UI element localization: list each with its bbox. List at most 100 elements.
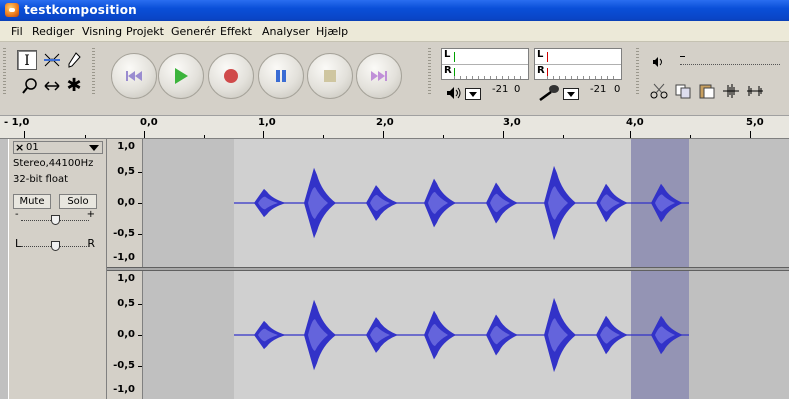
vruler-tick [138,203,142,204]
pause-button[interactable] [258,53,304,99]
audacity-window: testkomposition Fil Rediger Visning Proj… [0,0,789,399]
waveform-channel-left[interactable] [144,139,789,267]
toolbar-grip[interactable] [636,48,639,94]
title-bar: testkomposition [0,0,789,21]
ruler-tick [383,131,384,138]
menu-generer[interactable]: Generér [171,25,216,38]
window-title: testkomposition [24,3,137,17]
vruler-label: 0,0 [117,197,135,208]
pan-slider-thumb[interactable] [50,241,60,251]
toolbar: I ✱ L R -21 0 L R -21 0 [0,42,789,116]
skip-to-end-button[interactable] [356,53,402,99]
playback-device-dropdown[interactable] [465,88,481,100]
vruler-label: -0,5 [113,360,135,371]
track-format: Stereo,44100Hz [13,158,94,169]
skip-to-start-button[interactable] [111,53,157,99]
menu-analyser[interactable]: Analyser [262,25,310,38]
selection-tool-icon[interactable]: I [17,50,37,70]
skip-start-icon [126,71,142,81]
playback-meter: L R [441,48,529,80]
microphone-icon [539,85,559,102]
meter-right-label: R [537,65,545,76]
track-area: × 01 Stereo,44100Hz 32-bit float Mute So… [0,139,789,399]
ruler-tick [443,135,444,138]
pan-left-label: L [15,237,22,250]
vruler-tick [138,304,142,305]
speaker-icon [447,87,461,99]
draw-tool-icon[interactable] [64,50,84,70]
ruler-label: 1,0 [258,117,276,128]
gain-plus-label: + [86,209,95,220]
mute-button[interactable]: Mute [13,194,51,209]
ruler-tick [24,131,25,138]
menu-hjaelp[interactable]: Hjælp [316,25,348,38]
gain-slider-thumb[interactable] [50,215,60,225]
meter-ticks [454,76,526,79]
track-name-menu[interactable]: × 01 [13,141,103,154]
menu-rediger[interactable]: Rediger [32,25,74,38]
ruler-tick [630,131,631,138]
playback-meter-min: -21 [492,84,509,95]
ruler-tick [263,131,264,138]
ruler-tick [750,131,751,138]
menu-bar: Fil Rediger Visning Projekt Generér Effe… [0,21,789,42]
toolbar-grip[interactable] [428,48,431,94]
timeshift-tool-icon[interactable] [42,76,62,96]
waveform [234,165,689,241]
pan-slider[interactable]: L R [15,237,95,251]
ruler-tick [204,135,205,138]
pan-right-label: R [87,237,95,250]
close-track-icon[interactable]: × [15,141,24,154]
waveform-channel-right[interactable] [144,271,789,399]
ruler-label: 0,0 [140,117,158,128]
menu-fil[interactable]: Fil [11,25,23,38]
cut-icon[interactable] [648,82,670,104]
pause-icon [276,70,286,82]
output-volume-icon [653,57,662,67]
meter-left-label: L [537,49,544,60]
meter-left-label: L [444,49,451,60]
recording-meter: L R [534,48,622,80]
toolbar-grip[interactable] [3,48,6,94]
playback-meter-max: 0 [514,84,521,95]
ruler-label: - 1,0 [4,117,30,128]
volume-slider-thumb[interactable] [680,56,685,60]
track-bitdepth: 32-bit float [13,174,69,185]
multi-tool-icon[interactable]: ✱ [64,76,84,96]
output-volume-slider[interactable] [680,56,780,65]
vruler-label: 0,0 [117,329,135,340]
toolbar-grip[interactable] [92,48,95,94]
recording-meter-min: -21 [590,84,607,95]
record-button[interactable] [208,53,254,99]
recording-device-dropdown[interactable] [563,88,579,100]
vruler-label: -0,5 [113,228,135,239]
silence-icon[interactable] [744,82,766,104]
trim-icon[interactable] [720,82,742,104]
menu-visning[interactable]: Visning [82,25,122,38]
timeline-ruler[interactable]: - 1,0 0,0 1,0 2,0 3,0 4,0 5,0 [0,116,789,139]
paste-icon[interactable] [696,82,718,104]
gain-slider[interactable]: - + [15,209,95,225]
solo-button[interactable]: Solo [59,194,97,209]
vruler-tick [138,234,142,235]
zoom-tool-icon[interactable] [20,76,40,96]
ruler-tick [690,135,691,138]
ruler-tick [144,131,145,138]
ruler-label: 2,0 [376,117,394,128]
play-button[interactable] [158,53,204,99]
envelope-tool-icon[interactable] [42,50,62,70]
track-control-panel: × 01 Stereo,44100Hz 32-bit float Mute So… [8,139,107,399]
amplitude-ruler-right: 1,0 0,5 0,0 -0,5 -1,0 [107,271,143,399]
audacity-app-icon [5,3,19,17]
copy-icon[interactable] [672,82,694,104]
menu-projekt[interactable]: Projekt [126,25,164,38]
record-icon [224,69,238,83]
meter-level [547,52,548,62]
menu-effekt[interactable]: Effekt [220,25,252,38]
vruler-label: 1,0 [117,141,135,152]
vruler-tick [138,366,142,367]
ruler-label: 5,0 [746,117,764,128]
meter-level [454,52,455,62]
stop-button[interactable] [307,53,353,99]
ruler-tick [85,135,86,138]
